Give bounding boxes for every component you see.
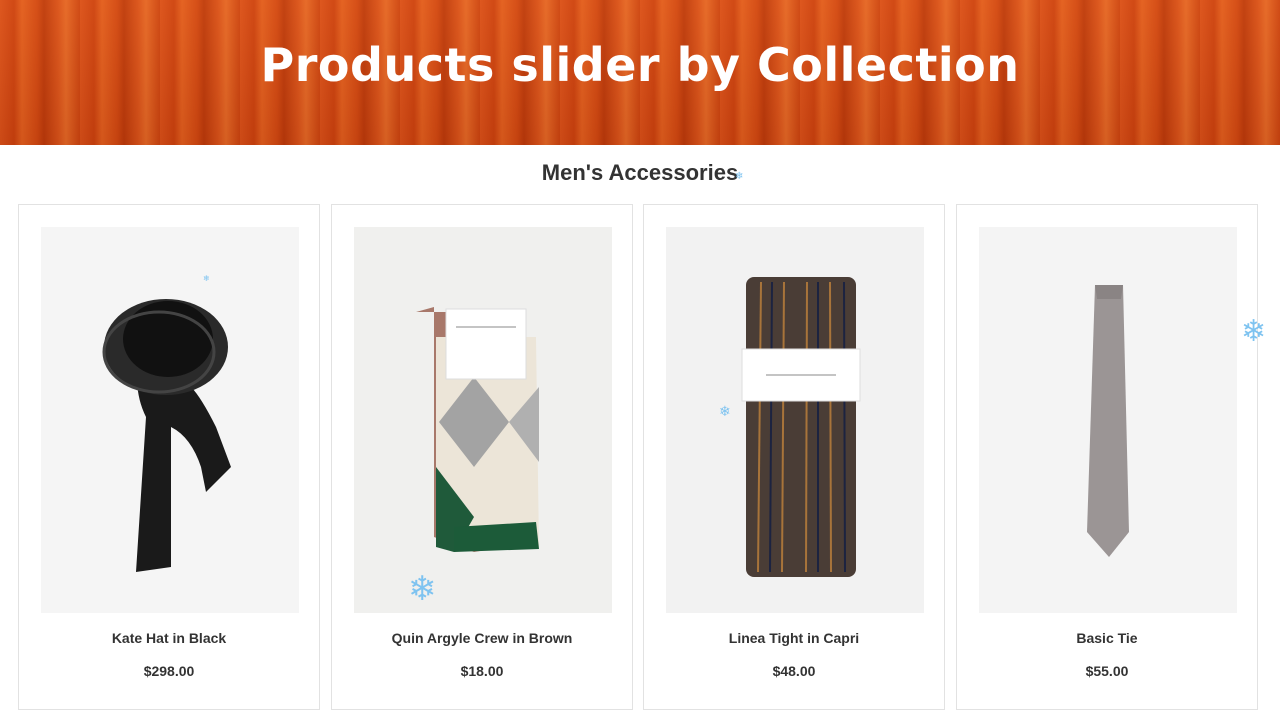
socks-icon xyxy=(354,227,612,613)
product-image[interactable] xyxy=(666,227,924,613)
tie-icon xyxy=(979,227,1237,613)
product-price: $298.00 xyxy=(143,663,195,679)
product-price: $48.00 xyxy=(772,663,816,679)
header-banner: Products slider by Collection xyxy=(0,0,1280,145)
snowflake-icon: ❄ xyxy=(408,570,437,608)
product-name[interactable]: Linea Tight in Capri xyxy=(644,630,944,646)
hat-icon xyxy=(41,227,299,613)
banner-title: Products slider by Collection xyxy=(260,38,1020,92)
product-image[interactable] xyxy=(354,227,612,613)
product-name[interactable]: Basic Tie xyxy=(957,630,1257,646)
snowflake-icon: ❄ xyxy=(1241,315,1267,348)
snowflake-icon: ❄ xyxy=(719,403,731,419)
product-name[interactable]: Kate Hat in Black xyxy=(19,630,319,646)
collection-title: Men's Accessories xyxy=(541,160,739,185)
product-image[interactable] xyxy=(979,227,1237,613)
product-card[interactable]: Quin Argyle Crew in Brown $18.00 xyxy=(331,204,633,710)
product-card[interactable]: Linea Tight in Capri $48.00 xyxy=(643,204,945,710)
product-name[interactable]: Quin Argyle Crew in Brown xyxy=(332,630,632,646)
product-card[interactable]: Basic Tie $55.00 xyxy=(956,204,1258,710)
snowflake-icon: ❄ xyxy=(735,171,744,182)
product-card[interactable]: Kate Hat in Black $298.00 xyxy=(18,204,320,710)
snowflake-icon: ❄ xyxy=(203,274,210,283)
product-price: $18.00 xyxy=(460,663,504,679)
product-image[interactable] xyxy=(41,227,299,613)
product-price: $55.00 xyxy=(1085,663,1129,679)
tights-icon xyxy=(666,227,924,613)
